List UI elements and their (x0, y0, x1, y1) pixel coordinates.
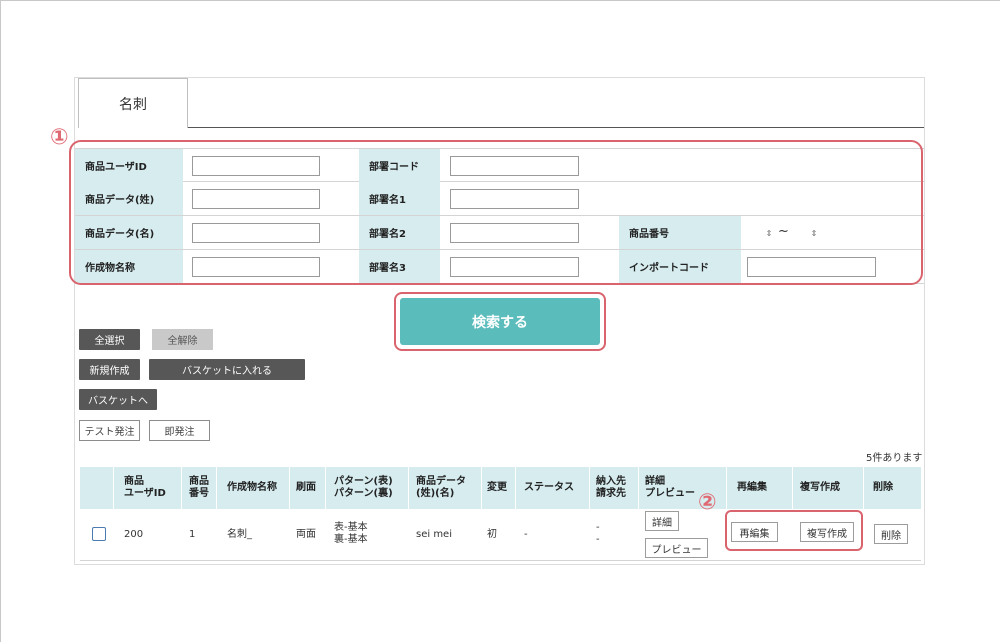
search-row-2: 商品データ(姓) 部署名1 (75, 182, 924, 216)
header-data: 商品データ (姓)(名) (416, 476, 466, 499)
product-user-id-input[interactable] (192, 156, 320, 176)
header-change: 変更 (487, 482, 507, 493)
tab-business-card[interactable]: 名刺 (78, 78, 188, 128)
select-all-button[interactable]: 全選択 (79, 329, 140, 350)
search-button[interactable]: 検索する (400, 298, 600, 345)
delete-button[interactable]: 削除 (874, 524, 908, 544)
product-number-from-spinner-icon[interactable]: ⇕ (763, 223, 775, 243)
header-separator (638, 467, 639, 509)
header-detail: 詳細 プレビュー (645, 476, 695, 499)
header-separator (792, 467, 793, 509)
test-order-button[interactable]: テスト発注 (79, 420, 140, 441)
header-separator (726, 467, 727, 509)
header-separator (481, 467, 482, 509)
header-reedit: 再編集 (737, 482, 767, 493)
header-separator (863, 467, 864, 509)
new-create-button[interactable]: 新規作成 (79, 359, 140, 380)
cell-change: 初 (487, 529, 497, 540)
header-separator (216, 467, 217, 509)
annotation-highlight-search-button: 検索する (394, 292, 606, 351)
cell-print-side: 両面 (296, 529, 316, 540)
header-user-id: 商品 ユーザID (124, 476, 166, 499)
dept-name1-input[interactable] (450, 189, 579, 209)
detail-button[interactable]: 詳細 (645, 511, 679, 531)
dept-name1-label: 部署名1 (359, 182, 440, 215)
product-data-first-input[interactable] (192, 223, 320, 243)
search-row-3: 商品データ(名) 部署名2 商品番号 ⇕ ~ ⇕ (75, 216, 924, 250)
cell-pattern: 表-基本 裏-基本 (334, 522, 368, 545)
dept-name3-input[interactable] (450, 257, 579, 277)
header-separator (325, 467, 326, 509)
annotation-number-two: ② (698, 490, 717, 515)
cell-number: 1 (189, 529, 196, 540)
tab-divider (188, 127, 924, 128)
search-row-4: 作成物名称 部署名3 インポートコード (75, 250, 924, 284)
annotation-highlight-edit-buttons (725, 510, 863, 551)
import-code-input[interactable] (747, 257, 876, 277)
search-row-1: 商品ユーザID 部署コード (75, 148, 924, 182)
header-name: 作成物名称 (227, 482, 277, 493)
header-separator (113, 467, 114, 509)
product-data-first-label: 商品データ(名) (75, 216, 183, 249)
artifact-name-label: 作成物名称 (75, 250, 183, 283)
product-user-id-label: 商品ユーザID (75, 149, 183, 182)
header-print-side: 刷面 (296, 482, 316, 493)
cell-name: 名刺_ (227, 529, 252, 540)
import-code-label: インポートコード (619, 250, 741, 283)
cell-delivery: -- (596, 522, 600, 545)
row-select-checkbox[interactable] (92, 527, 106, 541)
search-form: 商品ユーザID 部署コード 商品データ(姓) 部署名1 商品データ(名) 部署名… (75, 148, 924, 284)
header-separator (408, 467, 409, 509)
product-data-last-label: 商品データ(姓) (75, 182, 183, 215)
dept-code-input[interactable] (450, 156, 579, 176)
preview-button[interactable]: プレビュー (645, 538, 708, 558)
dept-name3-label: 部署名3 (359, 250, 440, 283)
header-separator (289, 467, 290, 509)
cell-data: sei mei (416, 529, 452, 540)
header-separator (181, 467, 182, 509)
product-number-to-spinner-icon[interactable]: ⇕ (808, 223, 820, 243)
cell-user-id: 200 (124, 529, 144, 540)
product-data-last-input[interactable] (192, 189, 320, 209)
header-delivery: 納入先 請求先 (596, 476, 626, 499)
result-count: 5件あります (866, 453, 923, 464)
range-separator: ~ (778, 224, 789, 239)
cell-status: - (524, 529, 528, 540)
header-copy: 複写作成 (800, 482, 840, 493)
header-number: 商品 番号 (189, 476, 209, 499)
header-pattern: パターン(表) パターン(裏) (334, 476, 393, 499)
add-to-basket-button[interactable]: バスケットに入れる (149, 359, 305, 380)
product-number-label: 商品番号 (619, 216, 741, 249)
annotation-number-one: ① (50, 125, 69, 150)
dept-name2-input[interactable] (450, 223, 579, 243)
artifact-name-input[interactable] (192, 257, 320, 277)
to-basket-button[interactable]: バスケットへ (79, 389, 157, 410)
dept-name2-label: 部署名2 (359, 216, 440, 249)
header-separator (515, 467, 516, 509)
header-delete: 削除 (873, 482, 893, 493)
header-status: ステータス (524, 482, 574, 493)
dept-code-label: 部署コード (359, 149, 440, 182)
header-separator (589, 467, 590, 509)
deselect-all-button[interactable]: 全解除 (152, 329, 213, 350)
instant-order-button[interactable]: 即発注 (149, 420, 210, 441)
